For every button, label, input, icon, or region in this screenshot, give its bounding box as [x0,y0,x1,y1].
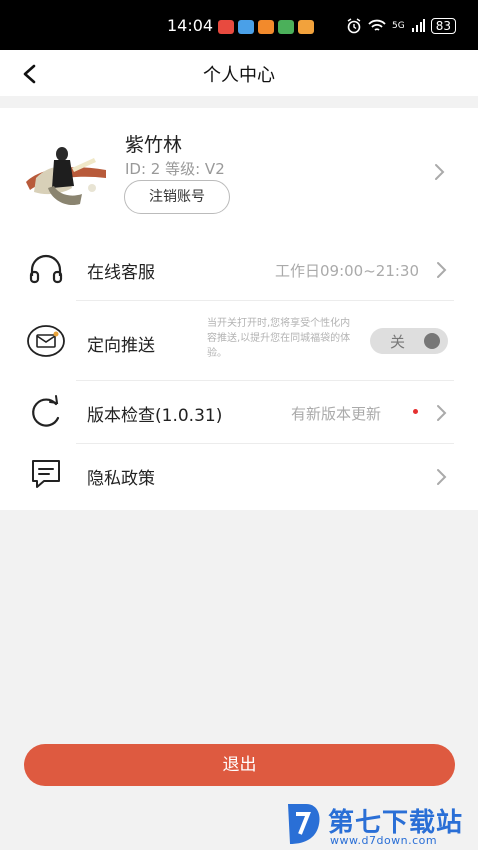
avatar [22,138,114,214]
profile-row[interactable]: 紫竹林 ID: 2 等级: V2 注销账号 [0,108,478,230]
profile-card: 紫竹林 ID: 2 等级: V2 注销账号 在线客服 工作日09:00~21:3… [0,108,478,510]
user-id-level: ID: 2 等级: V2 [125,160,225,178]
chevron-right-icon [437,262,447,278]
nav-bar: 个人中心 [0,50,478,96]
chevron-right-icon [435,164,445,180]
update-badge-dot [413,409,418,414]
service-row[interactable]: 在线客服 工作日09:00~21:30 [0,240,478,300]
document-icon [32,460,60,488]
alarm-icon [347,18,361,34]
version-status: 有新版本更新 [291,405,382,423]
weibo-notification-icon [258,20,274,34]
privacy-label: 隐私政策 [87,469,155,489]
app-notification-icon [218,20,234,34]
signal-icon [411,19,425,32]
notification-icons [218,20,314,34]
logout-button[interactable]: 退出 [24,744,455,786]
app-notification-icon [278,20,294,34]
message-icon [27,325,65,357]
version-label: 版本检查(1.0.31) [87,406,223,426]
chevron-right-icon [437,469,447,485]
headset-icon [29,254,63,284]
cancel-account-button[interactable]: 注销账号 [124,180,230,214]
watermark-url: www.d7down.com [330,834,438,847]
toggle-state-label: 关 [390,333,406,351]
avatar-image [26,147,106,206]
service-hours: 工作日09:00~21:30 [275,262,420,280]
toggle-knob [424,333,440,349]
app-notification-icon [298,20,314,34]
system-icons: 5G 83 [346,18,456,34]
push-toggle[interactable]: 关 [370,328,448,354]
push-description: 当开关打开时,您将享受个性化内容推送,以提升您在同城福袋的体验。 [207,318,351,359]
service-label: 在线客服 [87,263,155,283]
status-time: 14:04 [167,16,214,35]
version-row[interactable]: 版本检查(1.0.31) 有新版本更新 [0,381,478,443]
watermark-logo-icon [288,804,320,844]
page-title: 个人中心 [203,65,275,86]
privacy-row[interactable]: 隐私政策 [0,444,478,506]
network-type: 5G [392,21,405,31]
wifi-icon [368,19,386,31]
refresh-icon [32,395,60,427]
username: 紫竹林 [125,134,183,156]
push-label: 定向推送 [87,336,155,356]
message-notification-icon [238,20,254,34]
status-bar: 14:04 5G 83 [0,0,478,50]
watermark: 第七下载站 www.d7down.com [282,800,478,850]
chevron-right-icon [437,405,447,421]
battery-indicator: 83 [430,18,456,34]
